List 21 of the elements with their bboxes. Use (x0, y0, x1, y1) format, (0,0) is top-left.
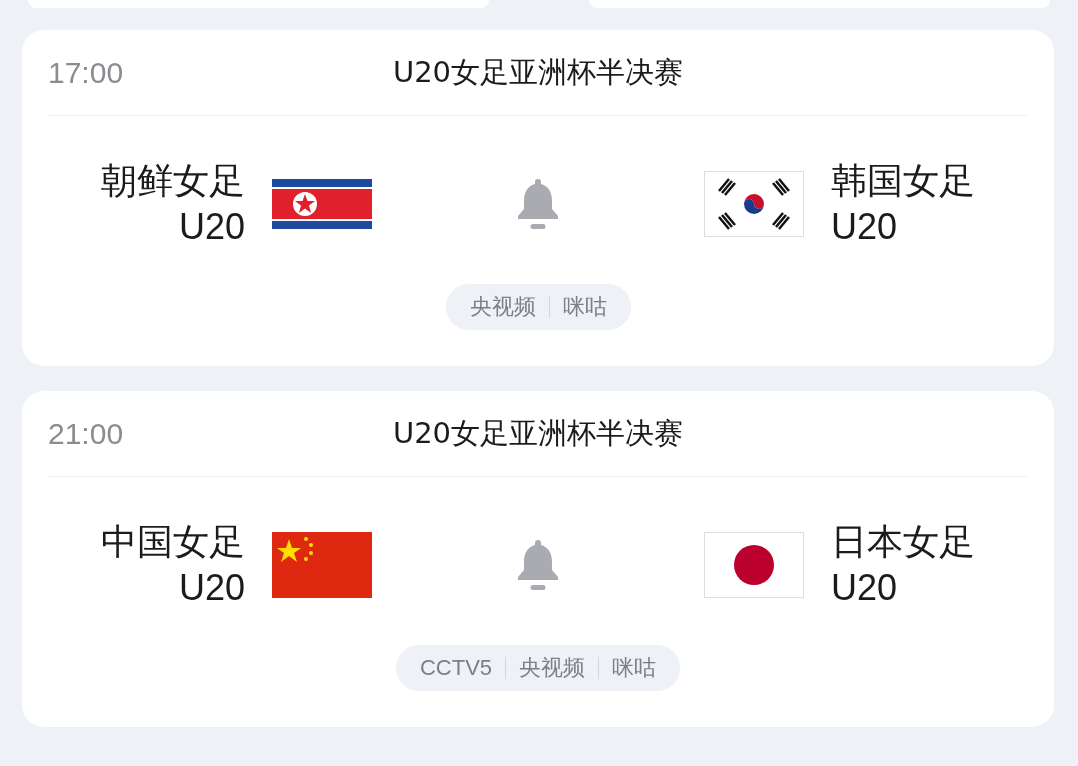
team-name: 朝鲜女足 (101, 159, 245, 203)
channel-label: 央视频 (519, 654, 586, 682)
match-time: 21:00 (48, 416, 125, 451)
match-title: U20女足亚洲杯半决赛 (392, 415, 684, 450)
match-time: 17:00 (48, 55, 125, 90)
age-group-label: U20 (178, 566, 245, 610)
team-name: 日本女足 (831, 520, 975, 564)
channel-label: 央视频 (469, 293, 536, 321)
team-name: 中国女足 (101, 520, 245, 564)
channel-label: 咪咕 (612, 654, 657, 682)
age-group-label: U20 (831, 205, 898, 249)
channel-label: CCTV5 (419, 655, 493, 681)
star-stripe-flag-icon (272, 179, 372, 229)
age-group-label: U20 (178, 205, 245, 249)
sun-flag-icon (704, 532, 804, 598)
taeguk-flag-icon (704, 171, 804, 237)
team-name: 韩国女足 (831, 159, 975, 203)
star-flag-icon (272, 532, 372, 598)
match-title: U20女足亚洲杯半决赛 (392, 54, 684, 89)
channel-label: 咪咕 (562, 293, 607, 321)
age-group-label: U20 (831, 566, 898, 610)
